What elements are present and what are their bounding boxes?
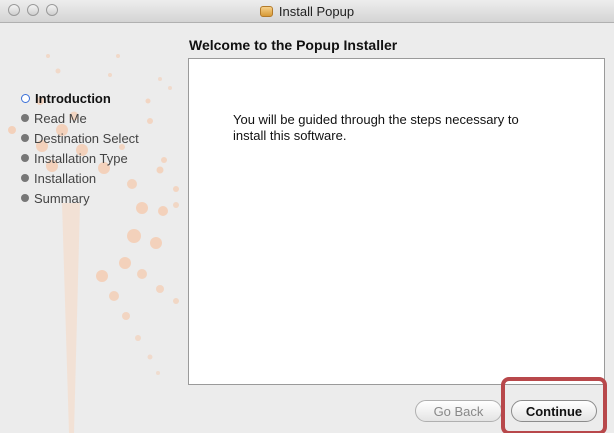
step-installation: Installation	[21, 168, 139, 188]
content-panel: You will be guided through the steps nec…	[188, 58, 605, 385]
step-label: Read Me	[34, 110, 87, 126]
go-back-button[interactable]: Go Back	[415, 400, 502, 422]
step-label: Introduction	[35, 90, 111, 106]
installer-window: Install Popup Introduction Read Me Desti…	[0, 0, 614, 433]
title-bar: Install Popup	[0, 0, 614, 23]
step-read-me: Read Me	[21, 108, 139, 128]
step-label: Installation Type	[34, 150, 128, 166]
continue-highlight-box	[501, 377, 607, 433]
step-label: Destination Select	[34, 130, 139, 146]
step-destination-select: Destination Select	[21, 128, 139, 148]
page-title: Welcome to the Popup Installer	[189, 37, 398, 53]
window-title: Install Popup	[0, 0, 614, 22]
step-summary: Summary	[21, 188, 139, 208]
welcome-message: You will be guided through the steps nec…	[233, 112, 563, 144]
pending-step-icon	[21, 114, 29, 122]
package-icon	[259, 5, 273, 17]
welcome-message-line-1: You will be guided through the steps nec…	[233, 112, 519, 127]
pending-step-icon	[21, 174, 29, 182]
pending-step-icon	[21, 154, 29, 162]
decorative-background-dots	[8, 54, 179, 433]
installer-steps-list: Introduction Read Me Destination Select …	[21, 88, 139, 208]
current-step-icon	[21, 93, 30, 103]
pending-step-icon	[21, 194, 29, 202]
pending-step-icon	[21, 134, 29, 142]
window-title-text: Install Popup	[278, 3, 355, 19]
step-installation-type: Installation Type	[21, 148, 139, 168]
welcome-message-line-2: install this software.	[233, 128, 347, 143]
step-label: Summary	[34, 190, 90, 206]
step-label: Installation	[34, 170, 97, 186]
step-introduction: Introduction	[21, 88, 139, 108]
